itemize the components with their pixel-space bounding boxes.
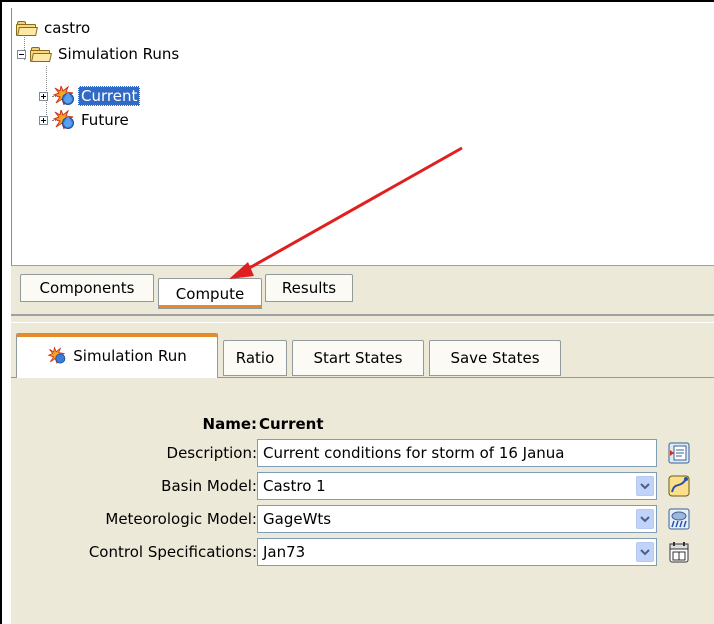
basin-model-button[interactable]	[666, 473, 692, 499]
tab-label: Results	[281, 279, 337, 297]
folder-icon	[16, 20, 38, 36]
tree-node-label: castro	[44, 19, 91, 37]
expand-icon[interactable]	[39, 115, 48, 125]
control-specifications-button[interactable]	[666, 539, 692, 565]
chevron-down-icon[interactable]	[636, 509, 654, 529]
basin-label: Basin Model:	[161, 477, 257, 495]
edit-description-button[interactable]	[666, 440, 692, 466]
basin-value: Castro 1	[263, 477, 326, 495]
simulation-run-icon	[52, 110, 74, 130]
chevron-down-icon[interactable]	[636, 476, 654, 496]
tab-results[interactable]: Results	[265, 274, 353, 302]
control-select[interactable]: Jan73	[257, 538, 657, 566]
splitter[interactable]	[11, 314, 714, 323]
basin-model-icon	[668, 475, 690, 497]
edit-description-icon	[668, 442, 690, 464]
main-tab-strip: Components Compute Results	[11, 266, 714, 314]
tab-label: Components	[39, 279, 135, 297]
simulation-run-form: Name: Current Description: Current condi…	[11, 323, 714, 624]
met-select[interactable]: GageWts	[257, 505, 657, 533]
chevron-down-icon[interactable]	[636, 542, 654, 562]
run-editor-panel: Simulation Run Ratio Start States Save S…	[11, 323, 714, 624]
name-row: Name: Current	[11, 409, 714, 439]
description-row: Description: Current conditions for stor…	[11, 438, 714, 468]
control-label: Control Specifications:	[88, 543, 257, 561]
name-value: Current	[259, 415, 324, 433]
calendar-icon	[669, 542, 689, 563]
description-label: Description:	[166, 444, 257, 462]
tree-node-label: Simulation Runs	[58, 45, 180, 63]
met-row: Meteorologic Model: GageWts	[11, 504, 714, 534]
simulation-run-icon	[52, 86, 74, 106]
folder-icon	[30, 46, 52, 62]
description-value: Current conditions for storm of 16 Janua	[263, 444, 565, 462]
simulation-tree: castro Simulation Runs Current Future	[11, 8, 714, 266]
basin-row: Basin Model: Castro 1	[11, 471, 714, 501]
control-value: Jan73	[263, 543, 306, 561]
tree-node-castro[interactable]: castro	[16, 16, 93, 40]
tree-node-label: Current	[78, 86, 141, 106]
collapse-icon[interactable]	[17, 49, 26, 59]
tree-node-simulation-runs[interactable]: Simulation Runs	[17, 42, 182, 66]
basin-select[interactable]: Castro 1	[257, 472, 657, 500]
tree-node-run-future[interactable]: Future	[39, 108, 132, 132]
control-row: Control Specifications: Jan73	[11, 537, 714, 567]
description-field[interactable]: Current conditions for storm of 16 Janua	[257, 439, 657, 467]
tree-node-label: Future	[81, 111, 129, 129]
tab-label: Compute	[175, 284, 245, 303]
meteorologic-model-icon	[668, 508, 690, 530]
meteorologic-model-button[interactable]	[666, 506, 692, 532]
tab-components[interactable]: Components	[20, 274, 154, 302]
name-label: Name:	[202, 415, 257, 433]
tree-node-run-current[interactable]: Current	[39, 84, 141, 108]
met-label: Meteorologic Model:	[105, 510, 257, 528]
tab-compute[interactable]: Compute	[158, 278, 262, 309]
expand-icon[interactable]	[39, 91, 48, 101]
met-value: GageWts	[263, 510, 332, 528]
